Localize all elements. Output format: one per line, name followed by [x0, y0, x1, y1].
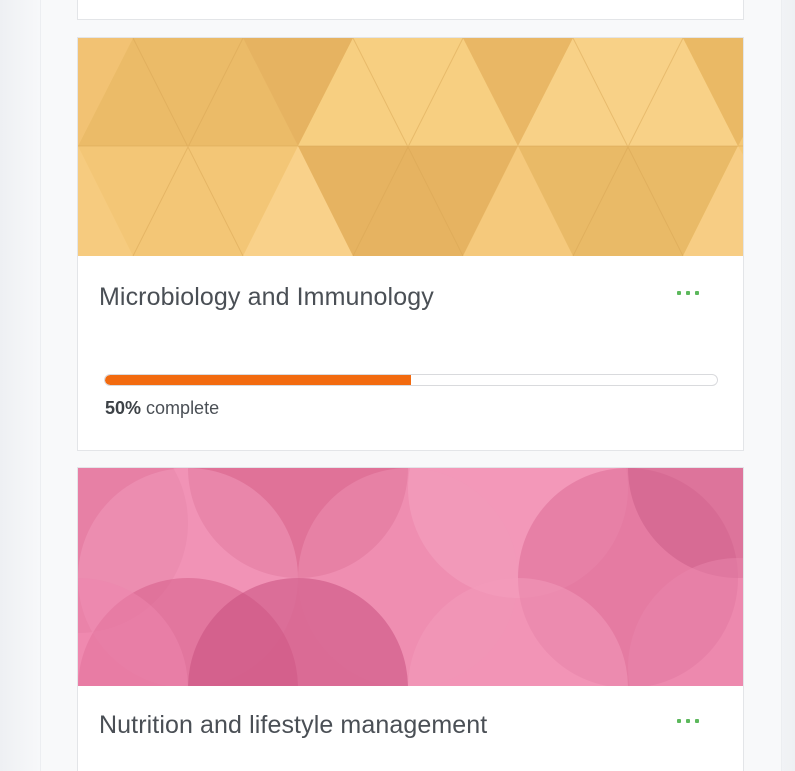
course-list-page: Microbiology and Immunology 50% complete: [0, 0, 795, 771]
progress-label: 50% complete: [105, 398, 219, 419]
course-title[interactable]: Nutrition and lifestyle management: [99, 711, 487, 740]
course-title[interactable]: Microbiology and Immunology: [99, 283, 434, 312]
dot: [677, 719, 681, 723]
more-dots-icon[interactable]: [677, 286, 699, 300]
more-dots-icon[interactable]: [677, 714, 699, 728]
course-card-previous[interactable]: [77, 0, 744, 20]
progress-bar: [104, 374, 718, 386]
dot: [677, 291, 681, 295]
course-card[interactable]: Nutrition and lifestyle management: [77, 467, 744, 771]
course-card[interactable]: Microbiology and Immunology 50% complete: [77, 37, 744, 451]
dot: [686, 719, 690, 723]
progress-bar-fill: [105, 375, 411, 385]
progress-suffix: complete: [146, 398, 220, 418]
course-banner-image[interactable]: [78, 468, 744, 686]
course-banner-image[interactable]: [78, 38, 744, 256]
dot: [695, 291, 699, 295]
dot: [695, 719, 699, 723]
progress-percent: 50%: [105, 398, 142, 418]
dot: [686, 291, 690, 295]
